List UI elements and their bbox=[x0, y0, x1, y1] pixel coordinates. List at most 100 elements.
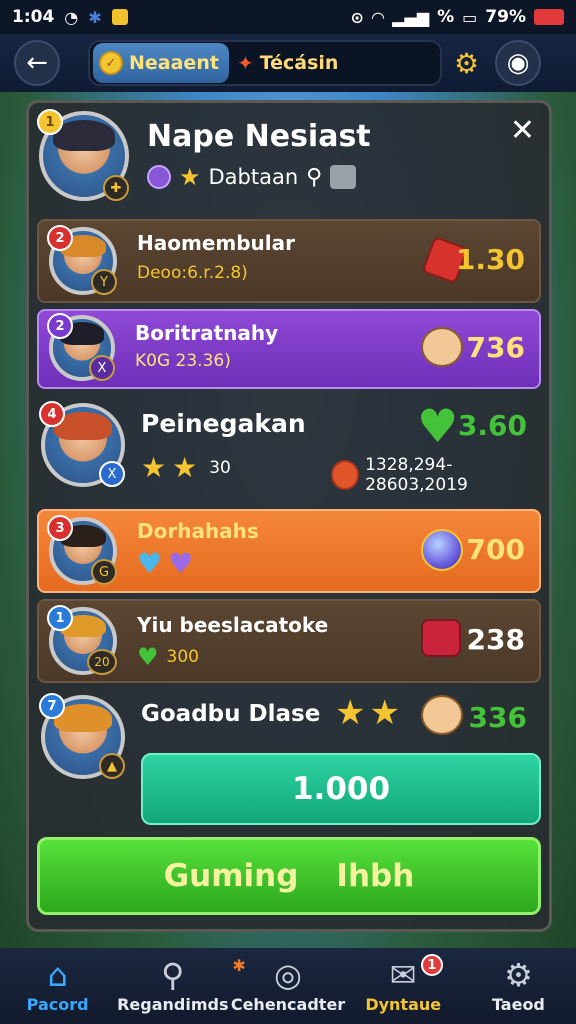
row-name: Boritratnahy bbox=[135, 321, 279, 345]
nav-item-regandimds[interactable]: ⚲ Regandimds bbox=[115, 948, 230, 1024]
player-name: Nape Nesiast bbox=[147, 119, 371, 154]
row-avatar: 4 X bbox=[39, 401, 125, 487]
nav-label: Pacord bbox=[26, 994, 89, 1014]
currency-2-label: Técásin bbox=[259, 52, 339, 74]
row-sub: K0G 23.36) bbox=[135, 351, 231, 371]
primary-action-button[interactable]: Guming Ihbh bbox=[37, 837, 541, 915]
row-name: Yiu beeslacatoke bbox=[137, 613, 329, 637]
wifi-icon: ◔ bbox=[64, 7, 79, 27]
close-icon: ✕ bbox=[509, 113, 535, 148]
bell-icon: ▲ bbox=[99, 753, 125, 779]
tomato-icon bbox=[331, 460, 360, 490]
gear-icon: ⚙ bbox=[454, 46, 480, 80]
gift-icon bbox=[421, 619, 461, 657]
pet-icon bbox=[421, 327, 463, 367]
role-badge: G bbox=[91, 559, 117, 585]
nav-label: Dyntaue bbox=[365, 994, 442, 1014]
row-stars: ★ ★ 30 bbox=[141, 451, 231, 484]
notification-badge: 1 bbox=[420, 954, 443, 976]
wifi-signal-icon: ◠ bbox=[371, 7, 385, 27]
nav-label: Taeod bbox=[491, 994, 545, 1014]
row-avatar: 2 X bbox=[47, 313, 115, 381]
nav-item-pacord[interactable]: ⌂ Pacord bbox=[0, 948, 115, 1024]
star-icon: ★ bbox=[141, 451, 167, 484]
status-bar: 1:04 ◔ ✱ ⊙ ◠ ▂▄▆ % ▭ 79% bbox=[0, 0, 576, 34]
rank-badge: 1 bbox=[47, 605, 73, 631]
green-heart-small-icon: ♥ bbox=[137, 643, 159, 671]
rank-badge: 2 bbox=[47, 313, 73, 339]
nav-item-taeod[interactable]: ⚙ Taeod bbox=[461, 948, 576, 1024]
close-button[interactable]: ✕ bbox=[510, 113, 535, 148]
role-badge-icon: ✚ bbox=[103, 175, 129, 201]
purple-heart-icon: ♥ bbox=[168, 547, 194, 580]
cube-icon bbox=[330, 165, 357, 189]
row-count: 300 bbox=[166, 647, 199, 667]
role-badge: X bbox=[99, 461, 125, 487]
primary-action-label-right: Ihbh bbox=[336, 858, 415, 894]
row-avatar: 2 Y bbox=[47, 225, 117, 295]
leaderboard-row[interactable]: 1 20 Yiu beeslacatoke ♥ 300 238 bbox=[37, 599, 541, 683]
role-badge: X bbox=[89, 355, 115, 381]
row-avatar: 3 G bbox=[47, 515, 117, 585]
leaderboard-row[interactable]: 2 Y Haomembular Deoo:6.r.2.8) 1.30 bbox=[37, 219, 541, 303]
nav-label: Cehencadter bbox=[230, 994, 346, 1014]
player-avatar[interactable]: 1 ✚ bbox=[37, 109, 129, 201]
row-stars: ★ ★ bbox=[335, 693, 400, 733]
row-count: 30 bbox=[209, 457, 231, 478]
battery-icon bbox=[534, 9, 564, 25]
purple-gem-icon bbox=[147, 165, 171, 189]
search-icon: ⚲ bbox=[161, 955, 185, 994]
row-name: Goadbu Dlase bbox=[141, 701, 321, 727]
row-name: Haomembular bbox=[137, 231, 295, 255]
gear-icon: ⚙ bbox=[504, 955, 533, 994]
nav-item-dyntaue[interactable]: ✉ Dyntaue 1 bbox=[346, 948, 461, 1024]
player-subtitle-row: ★ Dabtaan ⚲ bbox=[147, 163, 357, 191]
camera-icon: ◉ bbox=[506, 48, 530, 78]
plus-spark-icon: ✦ bbox=[236, 51, 254, 75]
star-icon: ★ bbox=[369, 693, 400, 733]
row-score: 336 bbox=[468, 701, 527, 734]
nav-label: Regandimds bbox=[117, 994, 229, 1014]
leaderboard-row[interactable]: 7 ▲ Goadbu Dlase ★ ★ 336 bbox=[37, 689, 541, 779]
spark-icon: ✱ bbox=[232, 956, 246, 975]
row-avatar: 7 ▲ bbox=[39, 693, 125, 779]
value-button[interactable]: 1.000 bbox=[141, 753, 541, 825]
currency-segment-1[interactable]: ✓ Neaaent bbox=[93, 43, 229, 83]
row-sub: Deoo:6.r.2.8) bbox=[137, 263, 248, 283]
row-name: Peinegakan bbox=[141, 409, 306, 438]
row-score: 238 bbox=[466, 623, 525, 656]
star-icon: ★ bbox=[172, 451, 198, 484]
leaderboard-row[interactable]: 3 G Dorhahahs ♥ ♥ 700 bbox=[37, 509, 541, 593]
row-score: 736 bbox=[466, 331, 525, 364]
row-heart-icons: ♥ ♥ bbox=[137, 547, 193, 580]
minus-icon: ▭ bbox=[462, 7, 478, 27]
signal-bars-icon: ▂▄▆ bbox=[392, 7, 430, 27]
leaderboard-panel: ✕ 1 ✚ Nape Nesiast ★ Dabtaan ⚲ 2 Y Haome… bbox=[26, 100, 552, 932]
role-badge: 20 bbox=[87, 649, 117, 675]
rank-badge: 3 bbox=[47, 515, 73, 541]
row-extra: 1328,294-28603,2019 bbox=[331, 455, 541, 495]
back-button[interactable]: ← bbox=[14, 40, 60, 86]
location-icon: ⊙ bbox=[350, 7, 364, 27]
nav-item-cehencadter[interactable]: ✱ ◎ Cehencadter bbox=[230, 948, 345, 1024]
row-extra-text: 1328,294-28603,2019 bbox=[365, 455, 468, 495]
key-icon: ⚲ bbox=[306, 164, 323, 190]
star-icon: ★ bbox=[179, 163, 201, 191]
arrow-left-icon: ← bbox=[26, 48, 48, 78]
status-time: 1:04 bbox=[12, 7, 55, 27]
coin-icon: ✓ bbox=[99, 51, 123, 75]
row-score: 1.30 bbox=[455, 243, 525, 276]
currency-pill[interactable]: ✓ Neaaent ✦ Técásin bbox=[88, 40, 442, 86]
camera-button[interactable]: ◉ bbox=[495, 40, 542, 86]
status-percent: % bbox=[437, 7, 455, 27]
bottom-nav: ⌂ Pacord ⚲ Regandimds ✱ ◎ Cehencadter ✉ … bbox=[0, 948, 576, 1024]
player-subtitle: Dabtaan bbox=[208, 165, 299, 189]
leaderboard-row[interactable]: 2 X Boritratnahy K0G 23.36) 736 bbox=[37, 309, 541, 389]
leaderboard-row[interactable]: 4 X Peinegakan ★ ★ 30 1328,294-28603,201… bbox=[37, 395, 541, 505]
settings-status-icon: ✱ bbox=[88, 7, 102, 27]
pet-icon bbox=[421, 695, 463, 735]
settings-button[interactable]: ⚙ bbox=[454, 47, 479, 80]
home-icon: ⌂ bbox=[47, 955, 68, 994]
rank-badge: 4 bbox=[39, 401, 65, 427]
currency-segment-2[interactable]: ✦ Técásin bbox=[237, 51, 339, 75]
